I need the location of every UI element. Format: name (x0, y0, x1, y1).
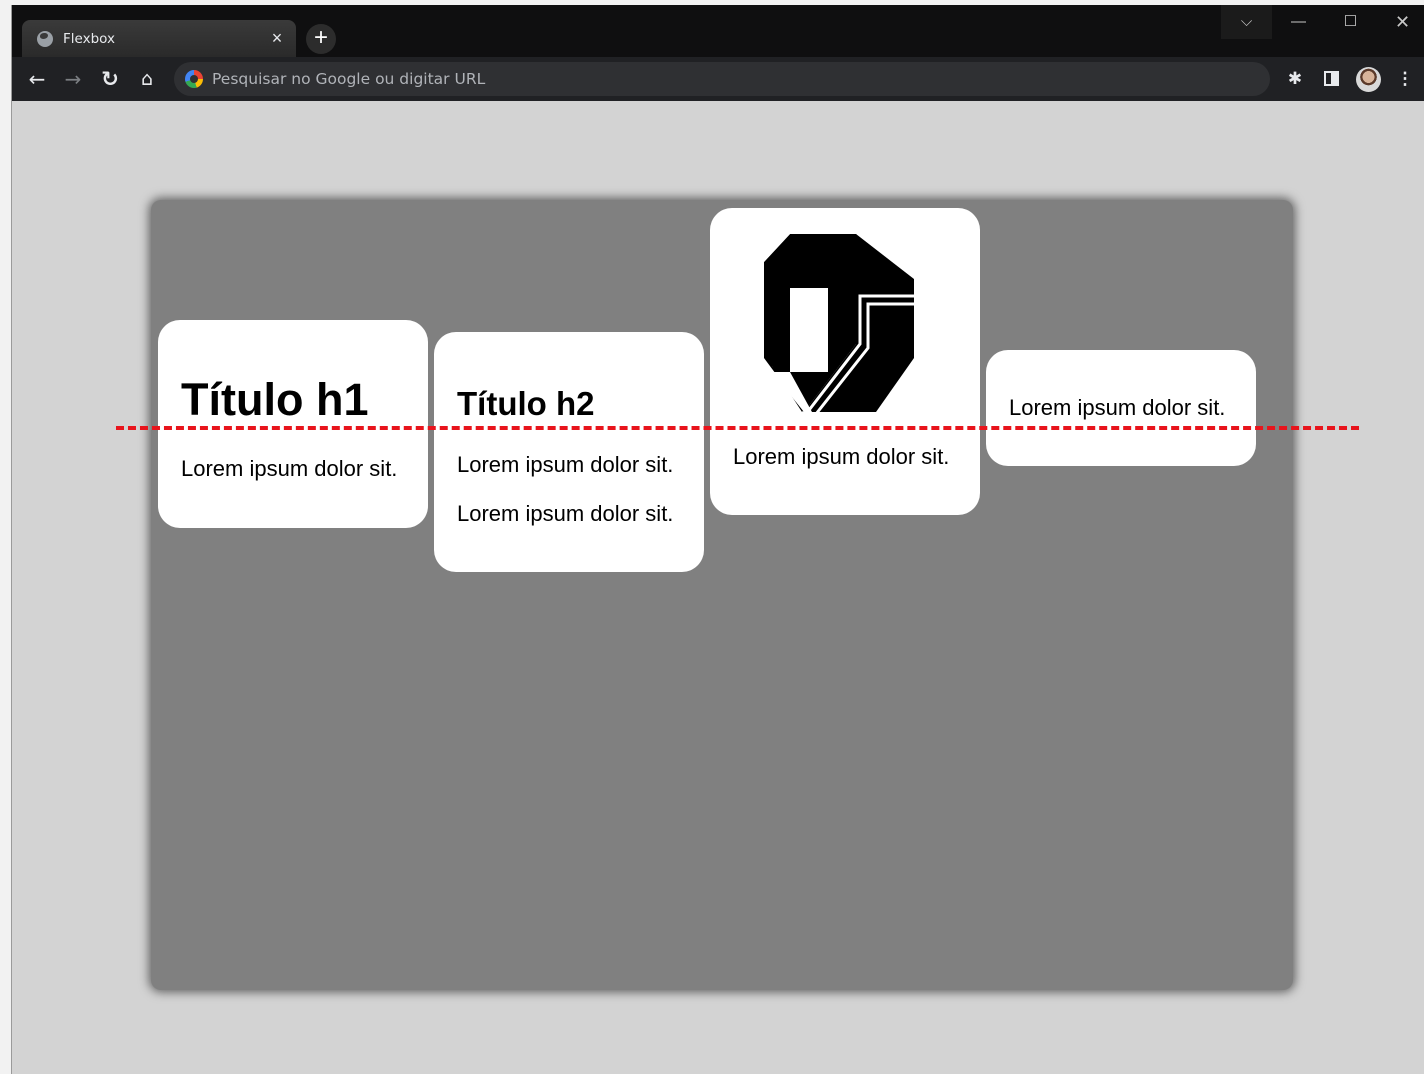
card-text: Lorem ipsum dolor sit. (733, 444, 950, 469)
extensions-icon[interactable]: ✱ (1282, 66, 1308, 92)
page-viewport: Título h1 Lorem ipsum dolor sit. Título … (13, 101, 1424, 1074)
card-h2: Título h2 Lorem ipsum dolor sit. Lorem i… (434, 332, 704, 572)
browser-chrome: Flexbox × + ⌵ — ☐ ✕ ← → ↻ ⌂ ✱ ⋮ (12, 5, 1424, 101)
close-window-button[interactable]: ✕ (1377, 5, 1424, 39)
tab-strip: Flexbox × + ⌵ — ☐ ✕ (12, 5, 1424, 57)
globe-icon (37, 30, 53, 47)
baseline-guide-line (116, 426, 1359, 430)
tab-flexbox[interactable]: Flexbox × (22, 20, 296, 57)
address-bar[interactable] (174, 62, 1270, 96)
card-text-only: Lorem ipsum dolor sit. (986, 350, 1256, 466)
browser-toolbar: ← → ↻ ⌂ ✱ ⋮ (12, 57, 1424, 101)
reload-button[interactable]: ↻ (95, 64, 125, 94)
ufu-logo-image (736, 234, 916, 414)
home-button[interactable]: ⌂ (132, 64, 162, 94)
back-button[interactable]: ← (22, 64, 52, 94)
browser-menu-icon[interactable]: ⋮ (1392, 66, 1418, 92)
google-icon (185, 70, 203, 88)
card-heading-h1: Título h1 (181, 374, 369, 425)
address-input[interactable] (212, 70, 1112, 88)
card-text: Lorem ipsum dolor sit. (1009, 395, 1226, 420)
profile-avatar[interactable] (1355, 66, 1381, 93)
card-text: Lorem ipsum dolor sit. (457, 501, 674, 526)
minimize-button[interactable]: — (1273, 5, 1324, 39)
forward-button[interactable]: → (58, 64, 88, 94)
new-tab-button[interactable]: + (306, 24, 336, 54)
card-h1: Título h1 Lorem ipsum dolor sit. (158, 320, 428, 528)
side-panel-icon[interactable] (1318, 66, 1344, 92)
maximize-button[interactable]: ☐ (1325, 5, 1376, 39)
card-text: Lorem ipsum dolor sit. (181, 456, 398, 481)
tab-close-button[interactable]: × (267, 28, 287, 49)
card-heading-h2: Título h2 (457, 385, 595, 422)
flex-container: Título h1 Lorem ipsum dolor sit. Título … (151, 200, 1293, 990)
tab-search-button[interactable]: ⌵ (1221, 5, 1272, 39)
browser-window: Flexbox × + ⌵ — ☐ ✕ ← → ↻ ⌂ ✱ ⋮ (11, 5, 1424, 1074)
card-text: Lorem ipsum dolor sit. (457, 452, 674, 477)
tab-title: Flexbox (63, 30, 115, 47)
card-image: Lorem ipsum dolor sit. (710, 208, 980, 515)
